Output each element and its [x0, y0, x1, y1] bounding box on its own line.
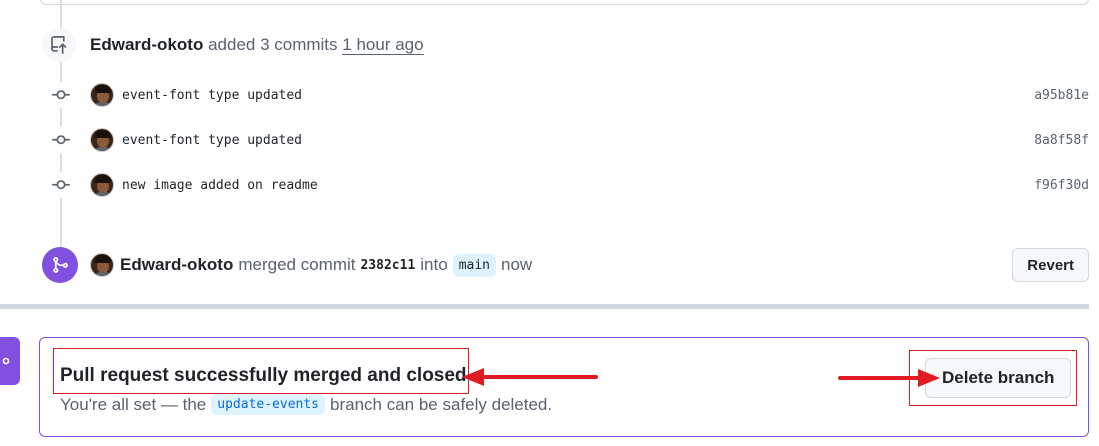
push-action-text: added 3 commits — [208, 35, 338, 54]
push-event: Edward-okoto added 3 commits 1 hour ago — [42, 28, 424, 62]
push-time-link[interactable]: 1 hour ago — [342, 35, 424, 55]
revert-button[interactable]: Revert — [1012, 248, 1089, 282]
commit-message-link[interactable]: new image added on readme — [122, 178, 318, 193]
annotation-highlight-delete — [909, 350, 1077, 406]
avatar[interactable] — [90, 83, 114, 107]
merge-into-text: into — [420, 255, 448, 274]
merge-event: Edward-okoto merged commit 2382c11 into … — [42, 247, 1089, 283]
avatar[interactable] — [90, 128, 114, 152]
commit-row: new image added on readme f96f30d — [48, 172, 1089, 198]
merge-time-text[interactable]: now — [501, 255, 532, 275]
push-event-text: Edward-okoto added 3 commits 1 hour ago — [90, 35, 424, 55]
merge-action-text: merged commit — [238, 255, 356, 274]
repo-push-icon — [42, 28, 76, 62]
commit-sha-link[interactable]: a95b81e — [1034, 88, 1089, 103]
merged-desc-after: branch can be safely deleted. — [330, 394, 553, 414]
git-commit-icon — [48, 127, 74, 153]
push-author-link[interactable]: Edward-okoto — [90, 35, 203, 54]
commit-row: event-font type updated a95b81e — [48, 82, 1089, 108]
git-merge-icon — [0, 337, 20, 385]
head-branch-label[interactable]: update-events — [211, 394, 326, 415]
commit-message-link[interactable]: event-font type updated — [122, 133, 302, 148]
commit-message-link[interactable]: event-font type updated — [122, 88, 302, 103]
merged-description: You're all set — the update-events branc… — [60, 394, 552, 415]
annotation-highlight-title — [53, 348, 469, 394]
avatar[interactable] — [90, 173, 114, 197]
git-merge-icon — [42, 247, 78, 283]
target-branch-label[interactable]: main — [452, 253, 497, 277]
commit-sha-link[interactable]: f96f30d — [1034, 178, 1089, 193]
commit-sha-link[interactable]: 8a8f58f — [1034, 133, 1089, 148]
merge-event-text: Edward-okoto merged commit 2382c11 into … — [120, 253, 532, 277]
previous-comment-box — [40, 0, 1089, 5]
merge-commit-sha-link[interactable]: 2382c11 — [360, 258, 415, 273]
merge-author-link[interactable]: Edward-okoto — [120, 255, 233, 275]
git-commit-icon — [48, 82, 74, 108]
commit-row: event-font type updated 8a8f58f — [48, 127, 1089, 153]
git-commit-icon — [48, 172, 74, 198]
timeline-divider — [0, 304, 1089, 309]
merged-desc-before: You're all set — the — [60, 394, 207, 414]
avatar[interactable] — [90, 253, 114, 277]
